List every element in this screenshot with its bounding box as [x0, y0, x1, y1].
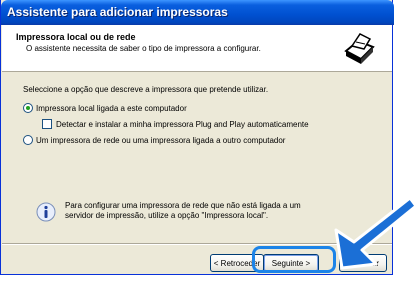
option-local-printer[interactable]: Impressora local ligada a este computado…	[23, 103, 187, 113]
header-subtitle: O assistente necessita de saber o tipo d…	[26, 44, 261, 53]
option-plug-and-play[interactable]: Detectar e instalar a minha impressora P…	[42, 119, 309, 129]
option-local-printer-label: Impressora local ligada a este computado…	[36, 103, 187, 113]
pointer-arrow-icon	[334, 196, 416, 270]
option-network-printer-label: Um impressora de rede ou uma impressora …	[36, 135, 286, 145]
selection-prompt: Seleccione a opção que descreve a impres…	[23, 85, 269, 94]
info-icon	[36, 202, 56, 222]
info-line-1: Para configurar uma impressora de rede q…	[65, 201, 301, 210]
info-line-2: servidor de impressão, utilize a opção "…	[65, 211, 269, 220]
radio-local-printer[interactable]	[23, 103, 33, 113]
radio-network-printer[interactable]	[23, 135, 33, 145]
option-plug-and-play-label: Detectar e instalar a minha impressora P…	[56, 119, 309, 129]
header-title: Impressora local ou de rede	[16, 32, 136, 42]
checkbox-plug-and-play[interactable]	[42, 119, 52, 129]
wizard-header: Impressora local ou de rede O assistente…	[2, 25, 392, 72]
title-bar[interactable]: Assistente para adicionar impressoras	[1, 0, 394, 25]
window-title: Assistente para adicionar impressoras	[7, 5, 228, 19]
option-network-printer[interactable]: Um impressora de rede ou uma impressora …	[23, 135, 285, 145]
printer-icon	[340, 29, 378, 67]
info-text: Para configurar uma impressora de rede q…	[65, 201, 301, 221]
